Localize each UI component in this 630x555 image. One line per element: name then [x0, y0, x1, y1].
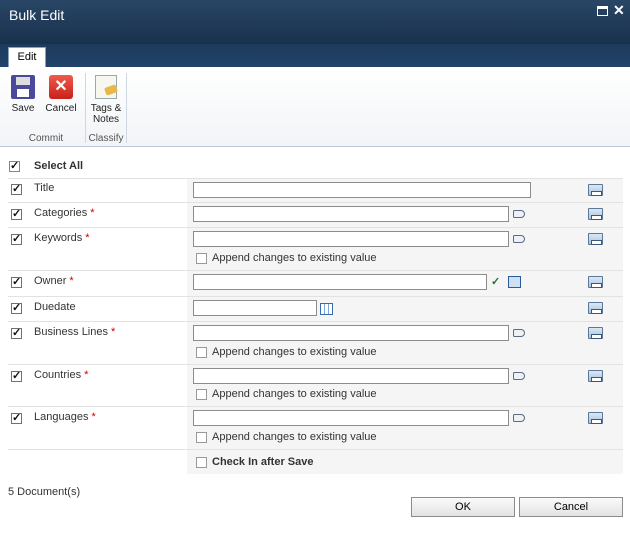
duedate-input[interactable]: [193, 300, 317, 316]
ribbon: Save ✕ Cancel Tags & Notes Commit Classi…: [0, 67, 630, 147]
save-button[interactable]: Save: [8, 75, 38, 114]
field-label-duedate: Duedate: [34, 301, 76, 313]
languages-input[interactable]: [193, 410, 509, 426]
row-divider: [8, 406, 623, 407]
cancel-ribbon-button[interactable]: ✕ Cancel: [44, 75, 78, 114]
edit-field-icon[interactable]: [588, 370, 603, 382]
row-divider: [8, 227, 623, 228]
maximize-icon[interactable]: [597, 6, 608, 16]
countries-input[interactable]: [193, 368, 509, 384]
business-lines-append-checkbox[interactable]: [196, 347, 207, 358]
categories-checkbox[interactable]: [11, 207, 22, 220]
append-label: Append changes to existing value: [212, 252, 377, 264]
tags-notes-label-line2: Notes: [92, 114, 120, 125]
tags-notes-icon: [95, 75, 117, 99]
tags-notes-label-line1: Tags &: [90, 103, 122, 114]
tab-edit[interactable]: Edit: [8, 47, 46, 67]
select-all-checkbox[interactable]: [9, 159, 20, 172]
countries-checkbox[interactable]: [11, 369, 22, 382]
append-label: Append changes to existing value: [212, 388, 377, 400]
check-names-icon[interactable]: ✓: [491, 276, 504, 288]
field-label-keywords: Keywords *: [34, 232, 90, 244]
save-icon: [11, 75, 35, 99]
field-label-categories: Categories *: [34, 207, 95, 219]
field-label-title: Title: [34, 182, 55, 194]
group-label-classify: Classify: [88, 133, 124, 144]
checkin-checkbox[interactable]: [196, 457, 207, 468]
tags-notes-button[interactable]: Tags & Notes: [88, 75, 124, 125]
row-divider: [8, 296, 623, 297]
ok-button[interactable]: OK: [411, 497, 515, 517]
categories-input[interactable]: [193, 206, 509, 222]
cancel-button[interactable]: Cancel: [519, 497, 623, 517]
dialog-title: Bulk Edit: [9, 7, 65, 23]
tag-icon[interactable]: [513, 235, 525, 243]
countries-append-checkbox[interactable]: [196, 389, 207, 400]
owner-input[interactable]: [193, 274, 487, 290]
languages-append-checkbox[interactable]: [196, 432, 207, 443]
select-all-label: Select All: [34, 160, 84, 172]
close-icon[interactable]: ✕: [613, 3, 625, 17]
dialog-titlebar: Bulk Edit ✕: [0, 0, 630, 44]
ribbon-separator: [126, 73, 127, 143]
edit-field-icon[interactable]: [588, 233, 603, 245]
field-label-countries: Countries *: [34, 369, 89, 381]
keywords-append-checkbox[interactable]: [196, 253, 207, 264]
cancel-label: Cancel: [45, 103, 77, 114]
checkin-label: Check In after Save: [212, 456, 314, 468]
owner-checkbox[interactable]: [11, 275, 22, 288]
row-divider: [8, 321, 623, 322]
row-divider: [8, 202, 623, 203]
save-label: Save: [11, 103, 35, 114]
edit-field-icon[interactable]: [588, 208, 603, 220]
duedate-checkbox[interactable]: [11, 301, 22, 314]
row-divider: [8, 270, 623, 271]
edit-field-icon[interactable]: [588, 302, 603, 314]
edit-field-icon[interactable]: [588, 276, 603, 288]
languages-checkbox[interactable]: [11, 411, 22, 424]
field-label-languages: Languages *: [34, 411, 96, 423]
edit-field-icon[interactable]: [588, 327, 603, 339]
title-checkbox[interactable]: [11, 182, 22, 195]
field-label-business-lines: Business Lines *: [34, 326, 116, 338]
ribbon-tab-strip: Edit: [0, 44, 630, 67]
tag-icon[interactable]: [513, 414, 525, 422]
tag-icon[interactable]: [513, 210, 525, 218]
edit-field-icon[interactable]: [588, 412, 603, 424]
append-label: Append changes to existing value: [212, 431, 377, 443]
row-divider: [8, 449, 623, 450]
title-input[interactable]: [193, 182, 531, 198]
tag-icon[interactable]: [513, 329, 525, 337]
group-label-commit: Commit: [28, 133, 64, 144]
cancel-icon: ✕: [49, 75, 73, 99]
field-label-owner: Owner *: [34, 275, 74, 287]
address-book-icon[interactable]: [508, 276, 521, 288]
document-count: 5 Document(s): [8, 486, 81, 498]
row-divider: [8, 364, 623, 365]
append-label: Append changes to existing value: [212, 346, 377, 358]
edit-field-icon[interactable]: [588, 184, 603, 196]
business-lines-checkbox[interactable]: [11, 326, 22, 339]
calendar-icon[interactable]: [320, 303, 333, 315]
keywords-checkbox[interactable]: [11, 232, 22, 245]
business-lines-input[interactable]: [193, 325, 509, 341]
tag-icon[interactable]: [513, 372, 525, 380]
keywords-input[interactable]: [193, 231, 509, 247]
